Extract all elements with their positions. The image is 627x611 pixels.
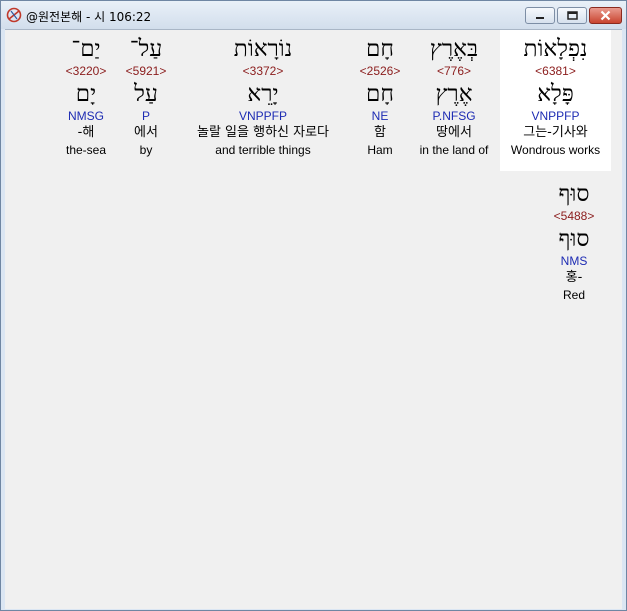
morphology-code: P.NFSG [432,109,476,123]
strong-number[interactable]: <2526> [354,64,406,79]
korean-gloss: 그는-기사와 [523,125,588,140]
lemma-word: סוּף [558,226,590,252]
korean-gloss: 홍- [565,270,583,285]
word-column[interactable]: עַל־ <5921> עַל P 에서 by [117,30,175,158]
lemma-word: יָרֵא [247,81,279,107]
english-gloss: by [139,143,153,157]
morphology-code: P [141,109,150,123]
lemma-word: פָּלָא [537,81,574,107]
korean-gloss: 에서 [134,125,158,140]
english-gloss: Wondrous works [510,143,601,157]
close-icon [600,10,611,21]
strong-number[interactable]: <776> [411,64,497,79]
lemma-word: יָם [75,81,97,107]
strong-number[interactable]: <5488> [537,209,611,224]
english-gloss: in the land of [419,143,489,157]
app-window: @원전본해 - 시 106:22 נִפְלָאוֹת <6381> פָּלָ… [0,0,627,611]
hebrew-word: יַם־ [71,36,101,62]
maximize-button[interactable] [557,7,587,24]
minimize-icon [536,16,544,19]
interlinear-view: נִפְלָאוֹת <6381> פָּלָא VNPPFP 그는-기사와 W… [5,29,622,609]
strong-number[interactable]: <5921> [117,64,175,79]
english-gloss: Ham [367,143,393,157]
minimize-button[interactable] [525,7,555,24]
morphology-code: NE [371,109,389,123]
morphology-code: NMSG [68,109,104,123]
lemma-word: חָם [366,81,394,107]
hebrew-word: נוֹרָאוֹת [233,36,293,62]
hebrew-word: עַל־ [129,36,163,62]
lemma-word: אֶרֶץ [435,81,473,107]
english-gloss: and terrible things [215,143,311,157]
korean-gloss: 함 [374,125,386,140]
morphology-code: NMS [560,254,588,268]
title-bar[interactable]: @원전본해 - 시 106:22 [1,1,626,29]
close-button[interactable] [589,7,622,24]
maximize-icon [566,11,578,20]
strong-number[interactable]: <3372> [178,64,348,79]
morphology-code: VNPPFP [531,109,580,123]
word-column[interactable]: יַם־ <3220> יָם NMSG -해 the-sea [57,30,115,158]
word-column[interactable]: סוּף <5488> סוּף NMS 홍- Red [537,179,611,303]
window-title: @원전본해 - 시 106:22 [26,10,152,24]
strong-number[interactable]: <3220> [57,64,115,79]
korean-gloss: -해 [77,125,95,140]
morphology-code: VNPPFP [238,109,287,123]
hebrew-word: חָם [366,36,394,62]
korean-gloss: 놀랄 일을 행하신 자로다 [197,125,329,140]
word-column[interactable]: נוֹרָאוֹת <3372> יָרֵא VNPPFP 놀랄 일을 행하신 … [178,30,348,158]
lemma-word: עַל [134,81,158,107]
hebrew-word: סוּף [558,181,590,207]
english-gloss: the-sea [65,143,107,157]
korean-gloss: 땅에서 [436,125,472,140]
strong-number[interactable]: <6381> [500,64,611,79]
english-gloss: Red [562,288,585,302]
app-logo-icon [6,7,22,23]
word-column[interactable]: נִפְלָאוֹת <6381> פָּלָא VNPPFP 그는-기사와 W… [500,30,611,171]
hebrew-word: בְּאֶרֶץ [429,36,479,62]
word-column[interactable]: בְּאֶרֶץ <776> אֶרֶץ P.NFSG 땅에서 in the l… [411,30,497,158]
hebrew-word: נִפְלָאוֹת [523,36,588,62]
word-column[interactable]: חָם <2526> חָם NE 함 Ham [354,30,406,158]
